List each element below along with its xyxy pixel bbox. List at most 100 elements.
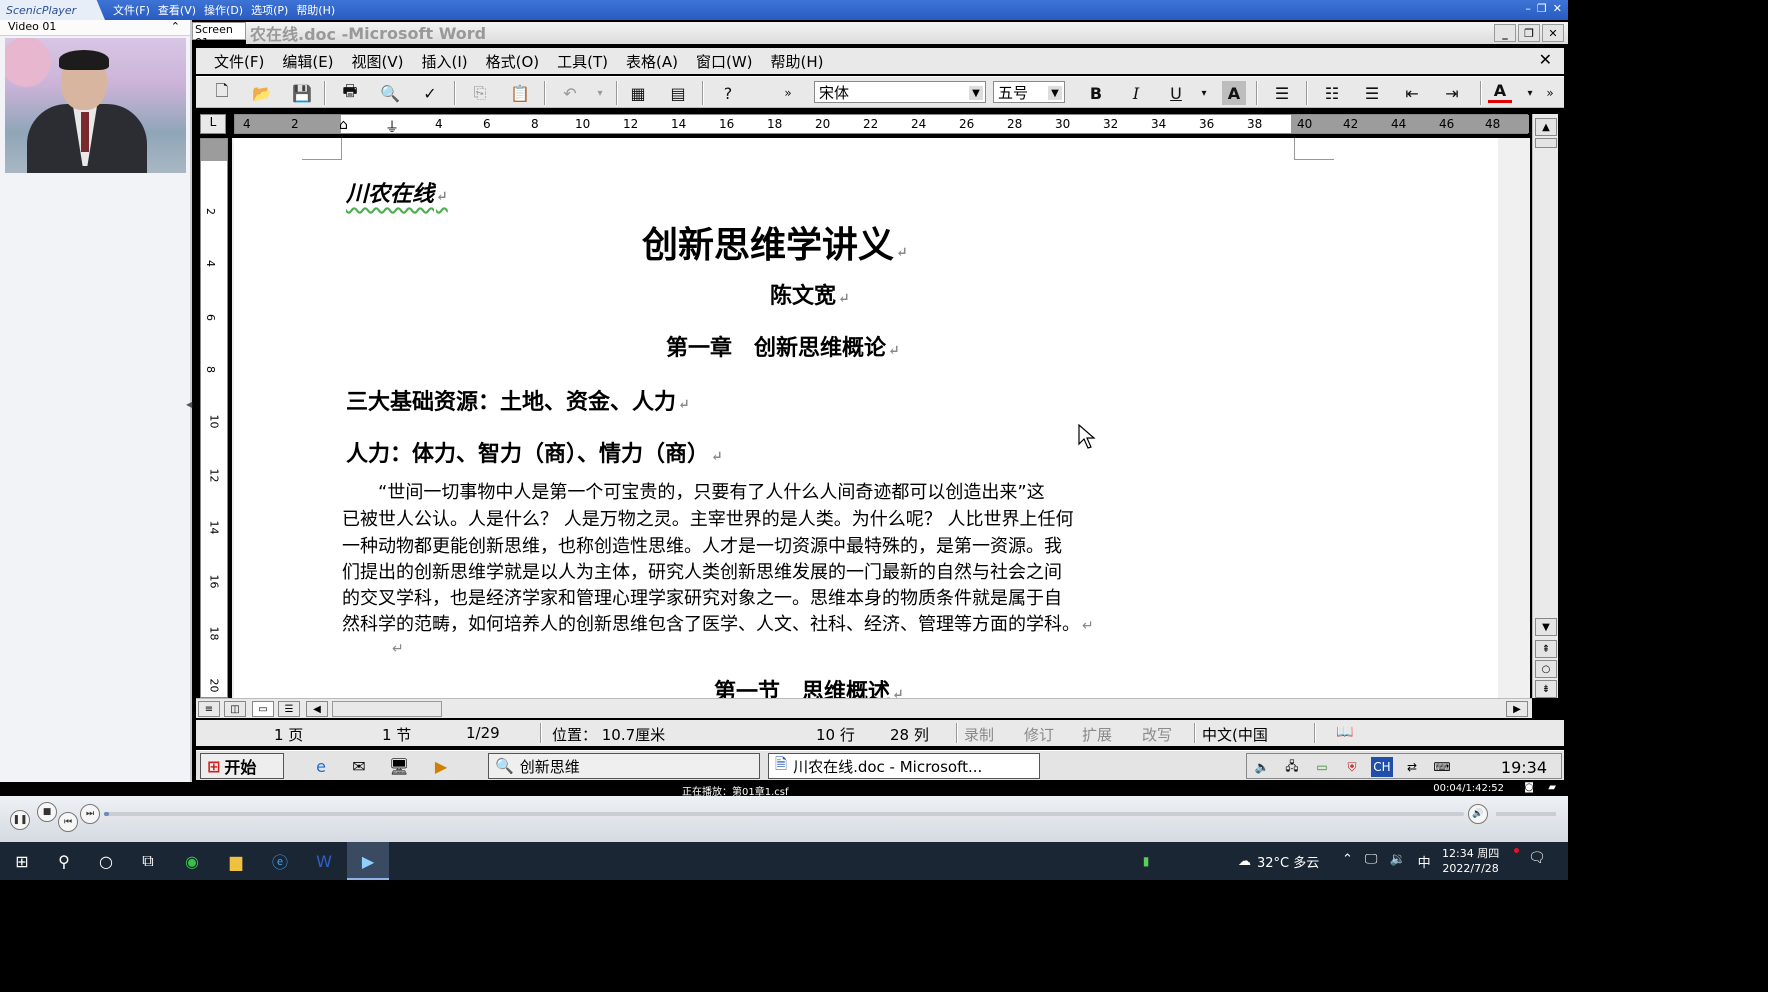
stop-icon[interactable]: ■: [37, 802, 57, 822]
bold-icon[interactable]: B: [1084, 81, 1108, 105]
folder-icon[interactable]: ▰: [1548, 782, 1556, 793]
search-icon[interactable]: ⚲: [44, 848, 84, 874]
vertical-scroll-thumb[interactable]: [1535, 138, 1557, 148]
weather-widget[interactable]: ☁ 32°C 多云: [1238, 852, 1319, 871]
status-overtype[interactable]: 改写: [1142, 724, 1172, 745]
toolbar-overflow-icon[interactable]: »: [776, 81, 800, 105]
menu-tools[interactable]: 工具(T): [557, 51, 608, 72]
media-player-icon[interactable]: ▶: [348, 848, 388, 874]
word-app-icon[interactable]: W: [304, 848, 344, 874]
spelling-status-icon[interactable]: 📖: [1336, 724, 1353, 740]
menu-edit[interactable]: 编辑(E): [282, 51, 333, 72]
vertical-ruler[interactable]: 2 4 6 8 10 12 14 16 18 20: [200, 138, 228, 698]
player-menu-file[interactable]: 文件(F): [113, 2, 150, 18]
file-explorer-icon[interactable]: ▆: [216, 848, 256, 874]
horizontal-ruler[interactable]: 4 2 ⌂ ⏚ 4 6 8 10 12 14 16 18 20 22 24 26…: [234, 114, 1529, 137]
lecturer-video[interactable]: [5, 38, 186, 173]
system-clock[interactable]: 12:34 周四 2022/7/28: [1442, 846, 1499, 876]
action-center-icon[interactable]: 🗨: [1528, 850, 1548, 870]
network-icon[interactable]: 🖵: [1365, 852, 1378, 871]
web-view-icon[interactable]: ◫: [224, 701, 246, 717]
menu-window[interactable]: 窗口(W): [696, 51, 753, 72]
volume-icon[interactable]: 🔊: [1468, 804, 1488, 824]
next-page-icon[interactable]: ⇟: [1535, 680, 1557, 698]
scroll-right-icon[interactable]: ▶: [1506, 701, 1528, 717]
draw-table-icon[interactable]: ▦: [626, 81, 650, 105]
screen-tab[interactable]: Screen 01: [192, 22, 246, 49]
player-menu-view[interactable]: 查看(V): [158, 2, 196, 18]
increase-indent-icon[interactable]: ⇥: [1440, 81, 1464, 105]
bulleted-list-icon[interactable]: ☰: [1360, 81, 1384, 105]
underline-dropdown-icon[interactable]: ▾: [1192, 81, 1216, 105]
browse-object-icon[interactable]: ○: [1535, 660, 1557, 678]
player-menu-options[interactable]: 选项(P): [251, 2, 288, 18]
volume-icon[interactable]: 🔉: [1389, 852, 1405, 871]
horizontal-scroll-thumb[interactable]: [332, 701, 442, 717]
menu-format[interactable]: 格式(O): [486, 51, 540, 72]
desktop-icon[interactable]: 🖥: [386, 755, 412, 777]
insert-table-icon[interactable]: ▤: [666, 81, 690, 105]
status-extend[interactable]: 扩展: [1082, 724, 1112, 745]
speaker-icon[interactable]: 🔈: [1251, 757, 1273, 777]
character-shading-icon[interactable]: A: [1222, 81, 1246, 105]
scroll-up-icon[interactable]: ▲: [1535, 118, 1557, 136]
document-page[interactable]: 川农在线 ↵ 创新思维学讲义 ↵ 陈文宽 ↵ 第一章 创新思维概论 ↵ 三大基础资源：土…: [234, 138, 1498, 705]
copy-icon[interactable]: ⎘: [468, 81, 492, 105]
status-record[interactable]: 录制: [964, 724, 994, 745]
player-menu-help[interactable]: 帮助(H): [296, 2, 335, 18]
screenshot-icon[interactable]: ◙: [1524, 782, 1534, 793]
word-close-button[interactable]: ✕: [1542, 24, 1564, 42]
status-track-changes[interactable]: 修订: [1024, 724, 1054, 745]
cortana-icon[interactable]: ○: [86, 848, 126, 874]
media-channel-icon[interactable]: ▶: [428, 755, 454, 777]
outlook-icon[interactable]: ✉: [346, 755, 372, 777]
help-icon[interactable]: ?: [716, 81, 740, 105]
minimize-icon[interactable]: –: [1525, 2, 1531, 15]
menu-file[interactable]: 文件(F): [214, 51, 264, 72]
player-menu-operate[interactable]: 操作(D): [204, 2, 243, 18]
first-line-indent-icon[interactable]: ⌂: [339, 117, 348, 133]
previous-page-icon[interactable]: ⇞: [1535, 640, 1557, 658]
battery-saver-icon[interactable]: ▮: [1126, 848, 1166, 874]
browser-icon[interactable]: ⓔ: [260, 848, 300, 874]
horizontal-scrollbar[interactable]: ≡ ◫ ▭ ☰ ◀ ▶: [196, 698, 1532, 718]
new-document-icon[interactable]: 🗋: [210, 81, 234, 105]
font-size-select[interactable]: 五号 ▼: [993, 81, 1065, 103]
menu-help[interactable]: 帮助(H): [771, 51, 824, 72]
normal-view-icon[interactable]: ≡: [198, 701, 220, 717]
network-icon[interactable]: 🖧: [1281, 757, 1303, 777]
chevron-up-icon[interactable]: ⌃: [1342, 852, 1353, 871]
chevron-down-icon[interactable]: ▼: [1048, 86, 1062, 100]
green-app-icon[interactable]: ◉: [172, 848, 212, 874]
battery-icon[interactable]: ▭: [1311, 757, 1333, 777]
input-method-indicator[interactable]: CH: [1371, 757, 1393, 777]
menu-table[interactable]: 表格(A): [626, 51, 678, 72]
volume-slider[interactable]: [1496, 812, 1556, 816]
toolbar-overflow-icon[interactable]: »: [1538, 81, 1562, 105]
italic-icon[interactable]: I: [1124, 81, 1148, 105]
scroll-left-icon[interactable]: ◀: [306, 701, 328, 717]
undo-dropdown-icon[interactable]: ▾: [588, 81, 612, 105]
numbered-list-icon[interactable]: ☷: [1320, 81, 1344, 105]
scroll-down-icon[interactable]: ▼: [1535, 618, 1557, 636]
playback-progress-track[interactable]: [104, 812, 1464, 816]
input-method-indicator[interactable]: 中: [1418, 852, 1431, 871]
task-button-word-document[interactable]: 🗎 川农在线.doc - Microsoft...: [768, 753, 1040, 779]
font-name-select[interactable]: 宋体 ▼: [814, 81, 986, 103]
task-button-creative-thinking[interactable]: 🔍 创新思维: [488, 753, 760, 779]
font-color-icon[interactable]: A: [1488, 81, 1512, 103]
word-restore-button[interactable]: ❐: [1518, 24, 1540, 42]
print-icon[interactable]: 🖶: [338, 81, 362, 105]
collapse-icon[interactable]: ⌃: [171, 20, 180, 35]
document-close-icon[interactable]: ✕: [1539, 50, 1552, 69]
previous-icon[interactable]: ⏮: [58, 812, 78, 832]
menu-insert[interactable]: 插入(I): [422, 51, 468, 72]
tab-stop-selector[interactable]: L: [200, 114, 226, 134]
underline-icon[interactable]: U: [1164, 81, 1188, 105]
restore-icon[interactable]: ❐: [1537, 2, 1547, 15]
hanging-indent-icon[interactable]: ⏚: [385, 117, 399, 137]
keyboard-icon[interactable]: ⌨: [1431, 757, 1453, 777]
start-button[interactable]: ⊞ 开始: [200, 753, 284, 779]
word-minimize-button[interactable]: _: [1494, 24, 1516, 42]
menu-view[interactable]: 视图(V): [352, 51, 404, 72]
